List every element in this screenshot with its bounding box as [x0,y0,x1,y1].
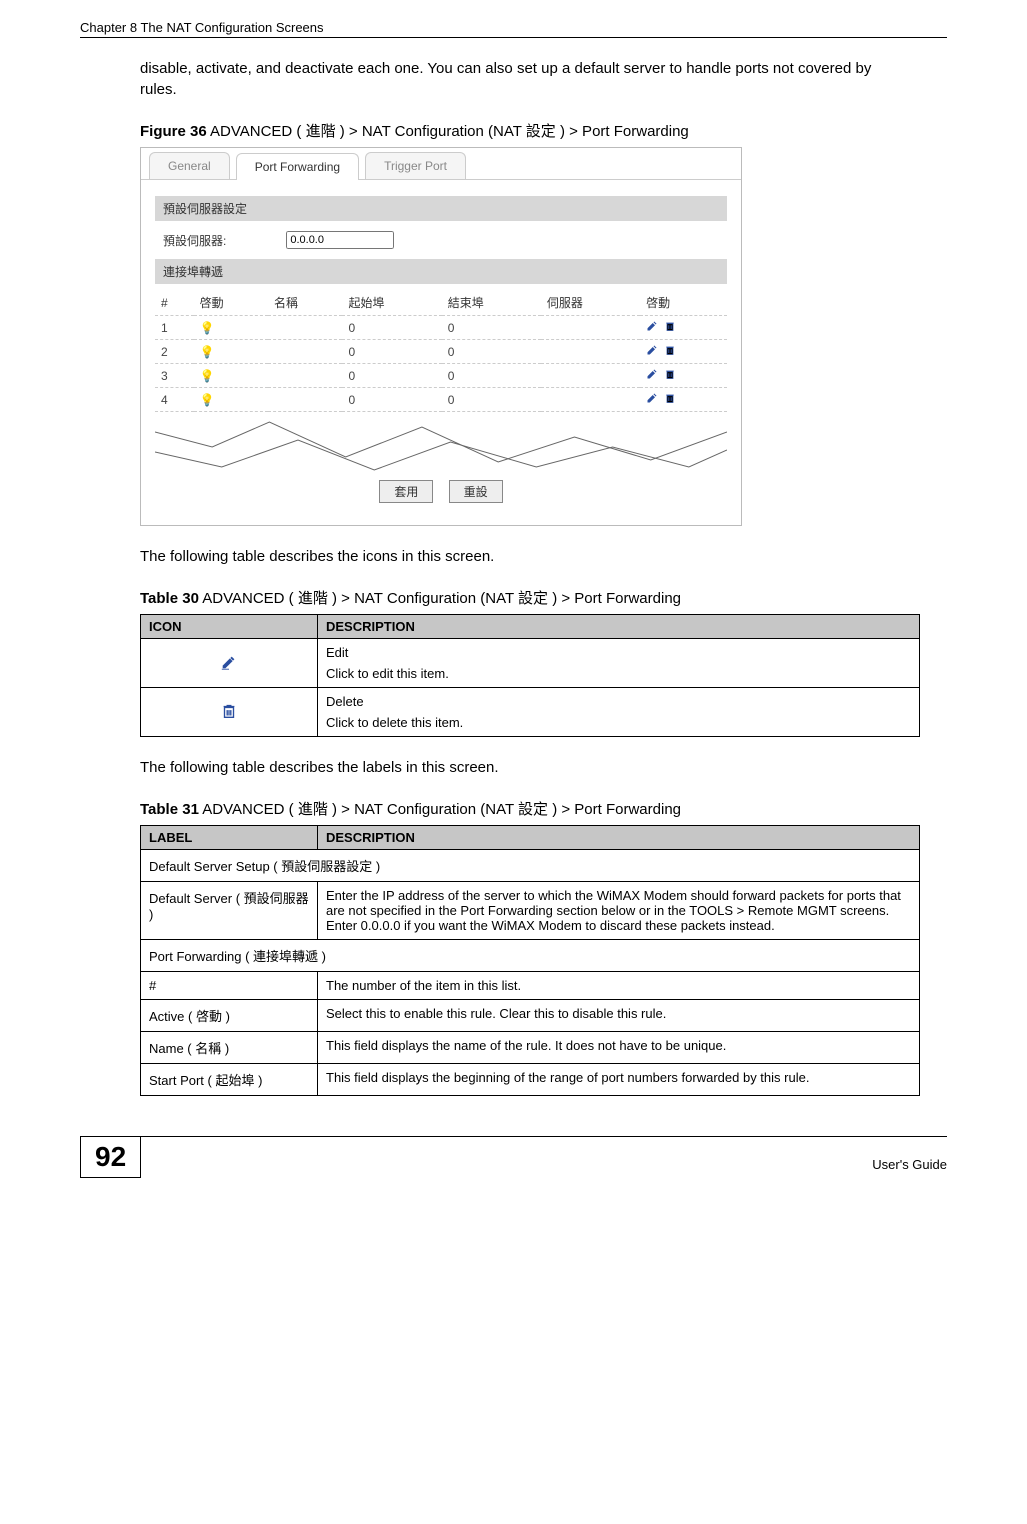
cell-start: 0 [342,316,441,340]
table31-r5-desc: This field displays the beginning of the… [318,1064,920,1096]
figure36-caption-rest: ADVANCED ( 進階 ) > NAT Configuration (NAT… [207,123,689,140]
table30-caption-bold: Table 30 [140,590,199,607]
col-server: 伺服器 [541,290,640,316]
apply-button[interactable]: 套用 [379,480,433,503]
table31-r1-label: Default Server ( 預設伺服器 ) [141,882,318,940]
table31-section1: Default Server Setup ( 預設伺服器設定 ) [141,850,920,882]
table31-r3-desc: Select this to enable this rule. Clear t… [318,1000,920,1032]
default-server-input[interactable] [286,231,394,249]
col-action: 啓動 [640,290,727,316]
figure36-caption-bold: Figure 36 [140,123,207,140]
mid-paragraph-2: The following table describes the labels… [140,757,887,778]
col-start: 起始埠 [342,290,441,316]
table31-section2: Port Forwarding ( 連接埠轉遞 ) [141,940,920,972]
delete-icon [220,708,238,723]
table31-r2-label: # [141,972,318,1000]
cell-num: 3 [155,364,194,388]
reset-button[interactable]: 重設 [449,480,503,503]
table-row: 4 💡 0 0 [155,388,727,412]
table30-h-desc: DESCRIPTION [318,615,920,639]
table31: LABEL DESCRIPTION Default Server Setup (… [140,825,920,1096]
table31-r1-desc: Enter the IP address of the server to wh… [318,882,920,940]
table30-del-desc: Click to delete this item. [326,715,911,730]
cell-start: 0 [342,340,441,364]
table31-r3-label: Active ( 啓動 ) [141,1000,318,1032]
table-row: 1 💡 0 0 [155,316,727,340]
tab-port-forwarding[interactable]: Port Forwarding [236,153,359,180]
table31-h-label: LABEL [141,826,318,850]
cell-start: 0 [342,364,441,388]
table31-r4-label: Name ( 名稱 ) [141,1032,318,1064]
port-forwarding-table: # 啓動 名稱 起始埠 結束埠 伺服器 啓動 1 💡 0 0 [155,290,727,412]
edit-icon[interactable] [646,344,658,359]
table30-edit-title: Edit [326,645,911,660]
bulb-icon[interactable]: 💡 [200,321,215,335]
bulb-icon[interactable]: 💡 [200,393,215,407]
cell-start: 0 [342,388,441,412]
edit-icon [220,659,238,674]
cell-end: 0 [442,316,541,340]
page-number: 92 [80,1137,141,1178]
table31-h-desc: DESCRIPTION [318,826,920,850]
bulb-icon[interactable]: 💡 [200,345,215,359]
figure36-caption: Figure 36 ADVANCED ( 進階 ) > NAT Configur… [140,120,887,141]
cell-end: 0 [442,388,541,412]
edit-icon[interactable] [646,320,658,335]
tab-general[interactable]: General [149,152,230,179]
cell-num: 2 [155,340,194,364]
table30-edit-desc: Click to edit this item. [326,666,911,681]
col-end: 結束埠 [442,290,541,316]
running-header: Chapter 8 The NAT Configuration Screens [80,20,947,38]
table31-r4-desc: This field displays the name of the rule… [318,1032,920,1064]
torn-edge-graphic [155,412,727,472]
delete-icon[interactable] [664,344,676,359]
edit-icon[interactable] [646,392,658,407]
col-active: 啓動 [194,290,268,316]
table30: ICON DESCRIPTION Edit Click to edit this… [140,614,920,737]
section-port-forwarding: 連接埠轉遞 [155,259,727,284]
table30-caption: Table 30 ADVANCED ( 進階 ) > NAT Configura… [140,587,887,608]
table31-caption: Table 31 ADVANCED ( 進階 ) > NAT Configura… [140,798,887,819]
cell-end: 0 [442,364,541,388]
table-row: 3 💡 0 0 [155,364,727,388]
table-row: 2 💡 0 0 [155,340,727,364]
cell-num: 1 [155,316,194,340]
figure36-screenshot: General Port Forwarding Trigger Port 預設伺… [140,147,742,526]
tab-trigger-port[interactable]: Trigger Port [365,152,466,179]
cell-end: 0 [442,340,541,364]
footer-guide: User's Guide [872,1151,947,1178]
bulb-icon[interactable]: 💡 [200,369,215,383]
table30-del-title: Delete [326,694,911,709]
col-name: 名稱 [268,290,342,316]
delete-icon[interactable] [664,320,676,335]
cell-num: 4 [155,388,194,412]
edit-icon[interactable] [646,368,658,383]
delete-icon[interactable] [664,392,676,407]
default-server-label: 預設伺服器: [163,232,226,249]
table30-caption-rest: ADVANCED ( 進階 ) > NAT Configuration (NAT… [199,590,681,607]
table31-r2-desc: The number of the item in this list. [318,972,920,1000]
table31-r5-label: Start Port ( 起始埠 ) [141,1064,318,1096]
mid-paragraph-1: The following table describes the icons … [140,546,887,567]
table31-caption-bold: Table 31 [140,801,199,818]
table30-h-icon: ICON [141,615,318,639]
section-default-server: 預設伺服器設定 [155,196,727,221]
col-num: # [155,290,194,316]
delete-icon[interactable] [664,368,676,383]
intro-paragraph: disable, activate, and deactivate each o… [140,58,887,100]
table31-caption-rest: ADVANCED ( 進階 ) > NAT Configuration (NAT… [199,801,681,818]
